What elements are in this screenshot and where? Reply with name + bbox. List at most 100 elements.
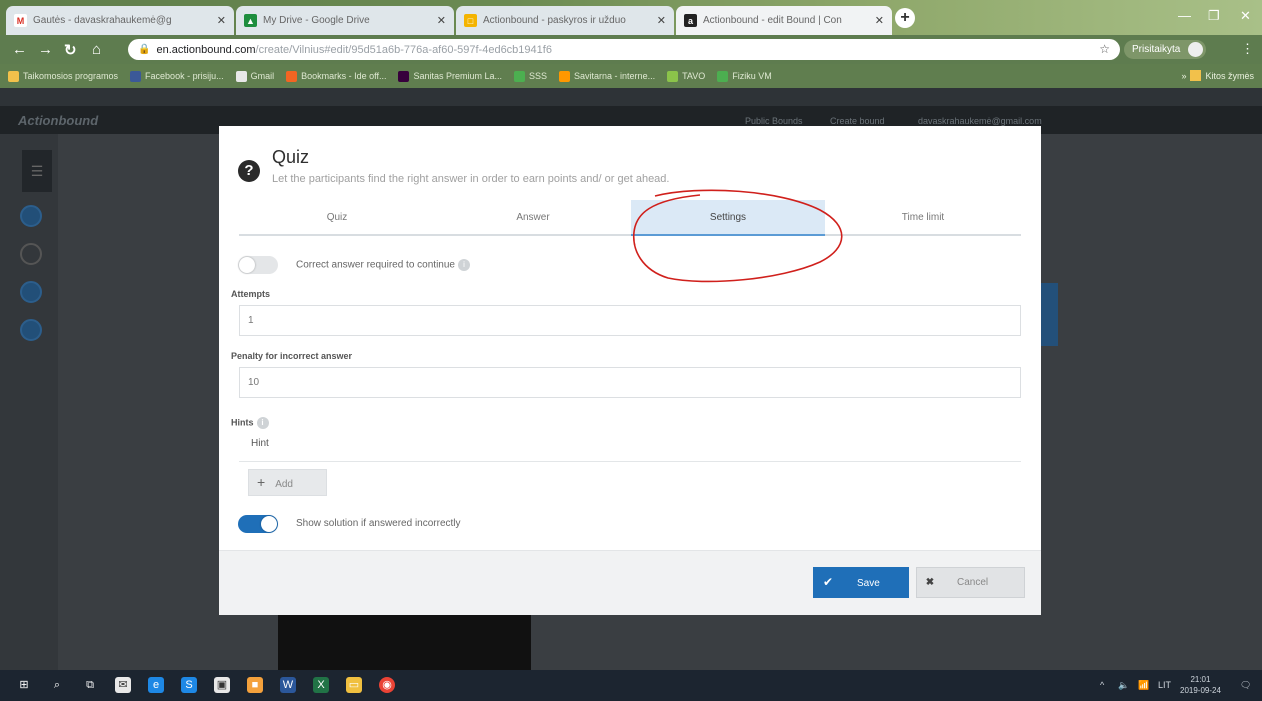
language-indicator[interactable]: LIT bbox=[1158, 680, 1171, 690]
menu-icon[interactable]: ☰ bbox=[22, 150, 52, 192]
tab-title: Actionbound - edit Bound | Con bbox=[703, 15, 842, 26]
close-icon: ✖ bbox=[925, 577, 935, 588]
bookmark-item[interactable]: TAVO bbox=[667, 70, 705, 82]
tab-title: Actionbound - paskyros ir užduo bbox=[483, 15, 626, 26]
skype-icon[interactable]: S bbox=[181, 677, 197, 693]
gmail-icon bbox=[235, 70, 247, 82]
notifications-icon[interactable]: 🗨 bbox=[1240, 680, 1251, 691]
nav-create-bound[interactable]: Create bound bbox=[830, 116, 885, 126]
account-menu[interactable]: davaskrahaukemė@gmail.com bbox=[918, 116, 1042, 126]
close-window-icon[interactable]: ✕ bbox=[1240, 8, 1251, 24]
bookmark-item[interactable]: Savitarna - interne... bbox=[559, 70, 656, 82]
forward-icon[interactable]: → bbox=[38, 41, 53, 58]
search-icon[interactable]: ⌕ bbox=[49, 677, 65, 693]
minimize-icon[interactable]: — bbox=[1178, 8, 1191, 23]
add-hint-button[interactable]: + Add bbox=[248, 469, 327, 496]
reload-icon[interactable]: ↻ bbox=[64, 41, 77, 59]
bookmark-label: Bookmarks - Ide off... bbox=[301, 71, 387, 81]
lock-icon: 🔒 bbox=[138, 44, 151, 55]
show-solution-toggle[interactable] bbox=[238, 515, 278, 533]
bookmark-label: Savitarna - interne... bbox=[574, 71, 656, 81]
bookmark-label: Gmail bbox=[250, 71, 275, 81]
step-check-icon[interactable] bbox=[20, 205, 42, 227]
task-view-icon[interactable]: ⧉ bbox=[82, 677, 98, 693]
question-mark-icon: ? bbox=[238, 160, 260, 182]
tab-settings[interactable]: Settings bbox=[631, 200, 825, 236]
tray-chevron-icon[interactable]: ^ bbox=[1100, 680, 1104, 690]
bookmark-label: Fiziku VM bbox=[732, 71, 772, 81]
nav-public-bounds[interactable]: Public Bounds bbox=[745, 116, 803, 126]
maximize-icon[interactable]: ❐ bbox=[1208, 8, 1220, 24]
browser-tab-actionbound[interactable]: □ Actionbound - paskyros ir užduo ✕ bbox=[456, 6, 674, 35]
network-icon[interactable]: 📶 bbox=[1138, 680, 1149, 691]
word-icon[interactable]: W bbox=[280, 677, 296, 693]
clock[interactable]: 21:01 2019-09-24 bbox=[1180, 674, 1221, 696]
back-icon[interactable]: ← bbox=[12, 41, 27, 58]
toggle-knob bbox=[239, 257, 255, 273]
step-pending-icon[interactable] bbox=[20, 243, 42, 265]
browser-tab-gmail[interactable]: M Gautės - davaskrahaukemė@g ✕ bbox=[6, 6, 234, 35]
penalty-input[interactable]: 10 bbox=[239, 367, 1021, 398]
bookmark-item[interactable]: Facebook - prisiju... bbox=[130, 70, 224, 82]
bookmark-item[interactable]: Sanitas Premium La... bbox=[398, 70, 502, 82]
browser-toolbar: ← → ↻ ⌂ 🔒 en.actionbound.com/create/Viln… bbox=[0, 35, 1262, 64]
app-icon[interactable]: ■ bbox=[247, 677, 263, 693]
address-bar[interactable]: 🔒 en.actionbound.com/create/Vilnius#edit… bbox=[128, 39, 1120, 60]
bookmark-item[interactable]: SSS bbox=[514, 70, 547, 82]
chrome-icon[interactable]: ◉ bbox=[379, 677, 395, 693]
home-icon[interactable]: ⌂ bbox=[92, 41, 101, 58]
volume-icon[interactable]: 🔈 bbox=[1118, 680, 1129, 691]
close-icon[interactable]: ✕ bbox=[657, 14, 666, 27]
info-icon[interactable]: i bbox=[256, 417, 269, 429]
tab-title: Gautės - davaskrahaukemė@g bbox=[33, 15, 172, 26]
browser-tab-strip: M Gautės - davaskrahaukemė@g ✕ ▲ My Driv… bbox=[0, 0, 1262, 35]
close-icon[interactable]: ✕ bbox=[437, 14, 446, 27]
bookmark-item[interactable]: Gmail bbox=[235, 70, 275, 82]
folder-icon bbox=[1190, 70, 1202, 81]
label-text: Correct answer required to continue bbox=[296, 259, 455, 271]
file-explorer-icon[interactable]: ▭ bbox=[346, 677, 362, 693]
close-icon[interactable]: ✕ bbox=[875, 14, 884, 27]
check-icon: ✔ bbox=[822, 575, 834, 589]
tab-answer[interactable]: Answer bbox=[435, 200, 631, 236]
other-bookmarks[interactable]: » Kitos žymės bbox=[1181, 70, 1254, 81]
quiz-modal: ? Quiz Let the participants find the rig… bbox=[219, 126, 1041, 615]
bookmark-star-icon[interactable]: ☆ bbox=[1099, 42, 1110, 56]
mail-icon[interactable]: ✉ bbox=[115, 677, 131, 693]
tab-time-limit[interactable]: Time limit bbox=[825, 200, 1021, 236]
clock-date: 2019-09-24 bbox=[1180, 686, 1221, 695]
info-icon[interactable]: i bbox=[457, 259, 470, 271]
step-check-icon[interactable] bbox=[20, 281, 42, 303]
tab-quiz[interactable]: Quiz bbox=[239, 200, 435, 236]
correct-answer-required-toggle[interactable] bbox=[238, 256, 278, 274]
app-logo[interactable]: Actionbound bbox=[18, 113, 98, 128]
hint-column-header: Hint bbox=[239, 429, 1021, 462]
cancel-button[interactable]: ✖ Cancel bbox=[916, 567, 1025, 598]
profile-button[interactable]: Prisitaikyta bbox=[1124, 40, 1207, 59]
new-tab-button[interactable]: + bbox=[895, 8, 915, 28]
bookmark-item[interactable]: Taikomosios programos bbox=[8, 70, 119, 82]
attempts-input[interactable]: 1 bbox=[239, 305, 1021, 336]
clock-time: 21:01 bbox=[1190, 675, 1211, 684]
drive-icon: ▲ bbox=[244, 14, 257, 27]
browser-tab-drive[interactable]: ▲ My Drive - Google Drive ✕ bbox=[236, 6, 454, 35]
step-check-icon[interactable] bbox=[20, 319, 42, 341]
penalty-label: Penalty for incorrect answer bbox=[231, 351, 353, 361]
store-icon[interactable]: ▣ bbox=[214, 677, 230, 693]
cancel-label: Cancel bbox=[957, 577, 989, 588]
label-text: Hints bbox=[231, 417, 254, 428]
chevron-icon: » bbox=[1181, 70, 1187, 81]
windows-start-icon[interactable]: ⊞ bbox=[16, 677, 32, 693]
browser-menu-icon[interactable]: ⋮ bbox=[1241, 41, 1254, 57]
bookmark-item[interactable]: Bookmarks - Ide off... bbox=[286, 70, 387, 82]
browser-tab-actionbound-edit[interactable]: a Actionbound - edit Bound | Con ✕ bbox=[676, 6, 892, 35]
bookmark-favicon bbox=[514, 70, 526, 82]
save-button[interactable]: ✔ Save bbox=[813, 567, 909, 598]
other-bookmarks-label: Kitos žymės bbox=[1205, 70, 1254, 81]
excel-icon[interactable]: X bbox=[313, 677, 329, 693]
bookmark-label: Taikomosios programos bbox=[23, 71, 119, 81]
bookmark-item[interactable]: Fiziku VM bbox=[717, 70, 772, 82]
edge-icon[interactable]: e bbox=[148, 677, 164, 693]
gmail-icon: M bbox=[14, 14, 27, 27]
close-icon[interactable]: ✕ bbox=[217, 14, 226, 27]
